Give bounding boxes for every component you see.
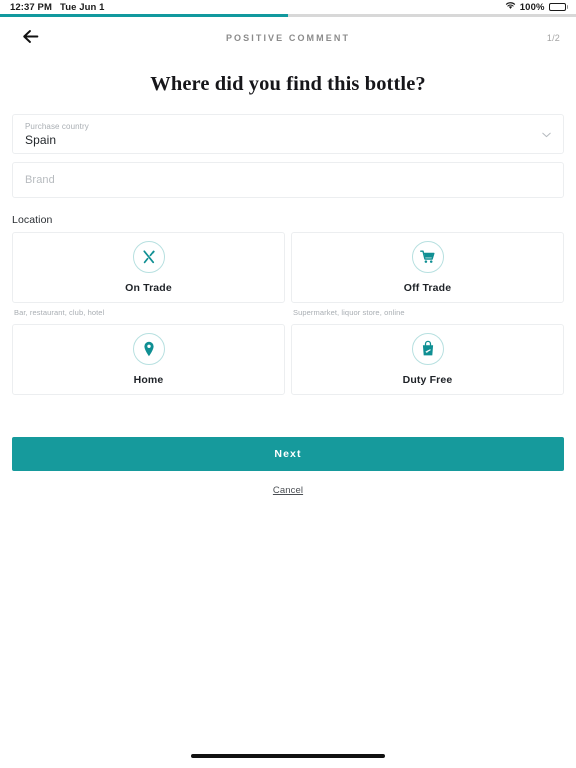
step-counter: 1/2 — [546, 33, 560, 43]
location-option-label: Off Trade — [403, 282, 452, 294]
purchase-country-select[interactable]: Purchase country Spain — [12, 114, 564, 154]
location-option-label: On Trade — [125, 282, 172, 294]
status-time: 12:37 PM — [10, 1, 52, 13]
location-option-hint: Bar, restaurant, club, hotel — [14, 308, 105, 317]
battery-percent: 100% — [519, 1, 545, 13]
location-options-grid: On Trade Bar, restaurant, club, hotel Of… — [12, 232, 564, 416]
purchase-country-label: Purchase country — [25, 122, 89, 131]
brand-placeholder: Brand — [25, 174, 55, 186]
arrow-left-icon — [22, 29, 39, 47]
location-option-hint: Supermarket, liquor store, online — [293, 308, 405, 317]
location-option-on-trade[interactable]: On Trade — [12, 232, 285, 303]
status-bar-right: 100% — [505, 1, 568, 13]
location-option-label: Duty Free — [402, 374, 453, 386]
chevron-down-icon[interactable] — [542, 125, 551, 143]
home-indicator — [191, 754, 385, 758]
brand-input[interactable]: Brand — [12, 162, 564, 198]
status-date: Tue Jun 1 — [60, 1, 105, 13]
nav-title: POSITIVE COMMENT — [225, 33, 351, 43]
location-option-home-cell: Home — [12, 324, 285, 416]
battery-icon — [548, 3, 568, 11]
location-option-off-trade-cell: Off Trade Supermarket, liquor store, onl… — [291, 232, 564, 324]
back-button[interactable] — [16, 24, 44, 52]
map-pin-icon — [132, 333, 165, 365]
location-option-label: Home — [133, 374, 164, 386]
purchase-country-value: Spain — [25, 133, 57, 147]
location-option-duty-free-cell: Duty Free — [291, 324, 564, 416]
location-option-home[interactable]: Home — [12, 324, 285, 395]
location-section-label: Location — [12, 214, 53, 226]
location-option-duty-free[interactable]: Duty Free — [291, 324, 564, 395]
nav-bar: POSITIVE COMMENT 1/2 — [0, 17, 576, 59]
page-title: Where did you find this bottle? — [150, 73, 426, 95]
cutlery-icon — [132, 241, 165, 273]
cancel-link[interactable]: Cancel — [12, 485, 564, 496]
status-bar: 12:37 PM Tue Jun 1 100% — [0, 0, 576, 14]
shopping-cart-icon — [411, 241, 444, 273]
location-option-off-trade[interactable]: Off Trade — [291, 232, 564, 303]
status-bar-left: 12:37 PM Tue Jun 1 — [10, 2, 105, 13]
next-button[interactable]: Next — [12, 437, 564, 471]
actions-section: Next Cancel — [0, 437, 576, 496]
duty-free-bag-icon — [411, 333, 444, 365]
form-section: Purchase country Spain Brand Location On… — [0, 114, 576, 416]
location-option-on-trade-cell: On Trade Bar, restaurant, club, hotel — [12, 232, 285, 324]
wifi-icon — [505, 1, 516, 13]
